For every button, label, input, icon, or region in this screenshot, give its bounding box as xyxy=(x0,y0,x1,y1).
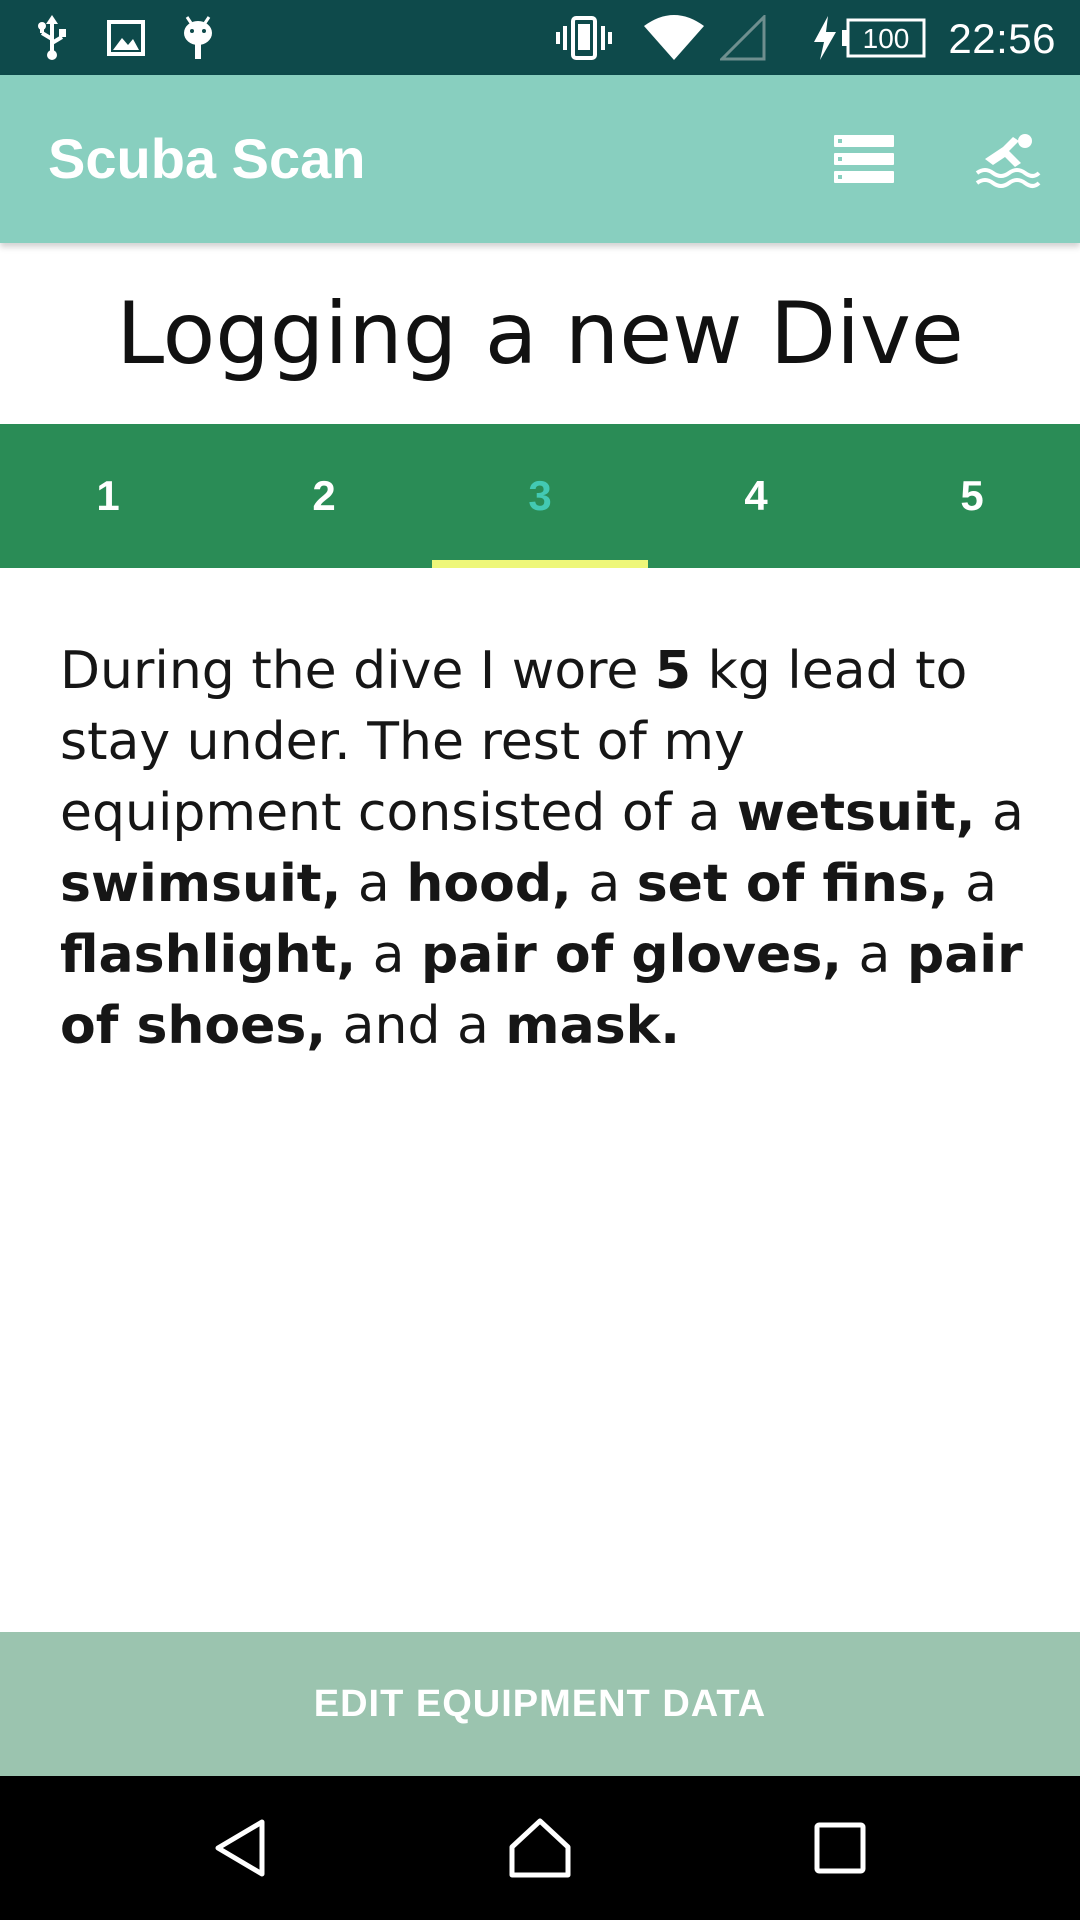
summary-text: a xyxy=(948,854,998,914)
equipment-summary: During the dive I wore 5 kg lead to stay… xyxy=(60,636,1026,1062)
app-bar: Scuba Scan xyxy=(0,75,1080,243)
summary-text: a xyxy=(975,783,1024,843)
usb-icon xyxy=(30,0,74,75)
status-clock: 22:56 xyxy=(948,15,1056,62)
battery-level: 100 xyxy=(863,23,910,54)
tab-4[interactable]: 4 xyxy=(648,424,864,568)
edit-equipment-button[interactable]: EDIT EQUIPMENT DATA xyxy=(0,1632,1080,1776)
vibrate-icon xyxy=(554,0,614,75)
tab-1[interactable]: 1 xyxy=(0,424,216,568)
active-tab-indicator xyxy=(432,560,648,568)
back-icon[interactable] xyxy=(160,1776,320,1920)
recents-icon[interactable] xyxy=(760,1776,920,1920)
screen: 100 22:56 Scuba Scan Logging a new Dive … xyxy=(0,0,1080,1920)
home-icon[interactable] xyxy=(460,1776,620,1920)
equipment-item: mask. xyxy=(505,996,680,1056)
navigation-bar xyxy=(0,1776,1080,1920)
cell-signal-icon xyxy=(718,0,768,75)
image-icon xyxy=(104,0,148,75)
lead-weight-value: 5 xyxy=(654,641,692,701)
step-tabs: 1 2 3 4 5 xyxy=(0,424,1080,568)
equipment-item: set of fins, xyxy=(636,854,949,914)
summary-text: and a xyxy=(326,996,506,1056)
equipment-item: wetsuit, xyxy=(736,783,976,843)
summary-text: a xyxy=(356,925,422,985)
status-bar: 100 22:56 xyxy=(0,0,1080,75)
tab-3-label: 3 xyxy=(528,472,552,519)
list-icon[interactable] xyxy=(804,75,924,243)
summary-text: a xyxy=(571,854,637,914)
tab-5[interactable]: 5 xyxy=(864,424,1080,568)
charging-icon xyxy=(808,0,842,75)
summary-text: a xyxy=(341,854,407,914)
summary-text: a xyxy=(842,925,907,985)
tab-2[interactable]: 2 xyxy=(216,424,432,568)
equipment-item: swimsuit, xyxy=(60,854,342,914)
equipment-item: pair of gloves, xyxy=(421,925,843,985)
android-debug-icon xyxy=(176,0,220,75)
page-title: Logging a new Dive xyxy=(116,283,964,384)
app-title: Scuba Scan xyxy=(48,127,366,190)
swimmer-icon[interactable] xyxy=(948,75,1068,243)
equipment-item: flashlight, xyxy=(60,925,357,985)
wifi-icon xyxy=(642,0,706,75)
summary-text: During the dive I wore xyxy=(60,641,655,701)
tab-3[interactable]: 3 xyxy=(432,424,648,568)
battery-icon: 100 xyxy=(842,0,926,75)
equipment-item: hood, xyxy=(406,854,572,914)
